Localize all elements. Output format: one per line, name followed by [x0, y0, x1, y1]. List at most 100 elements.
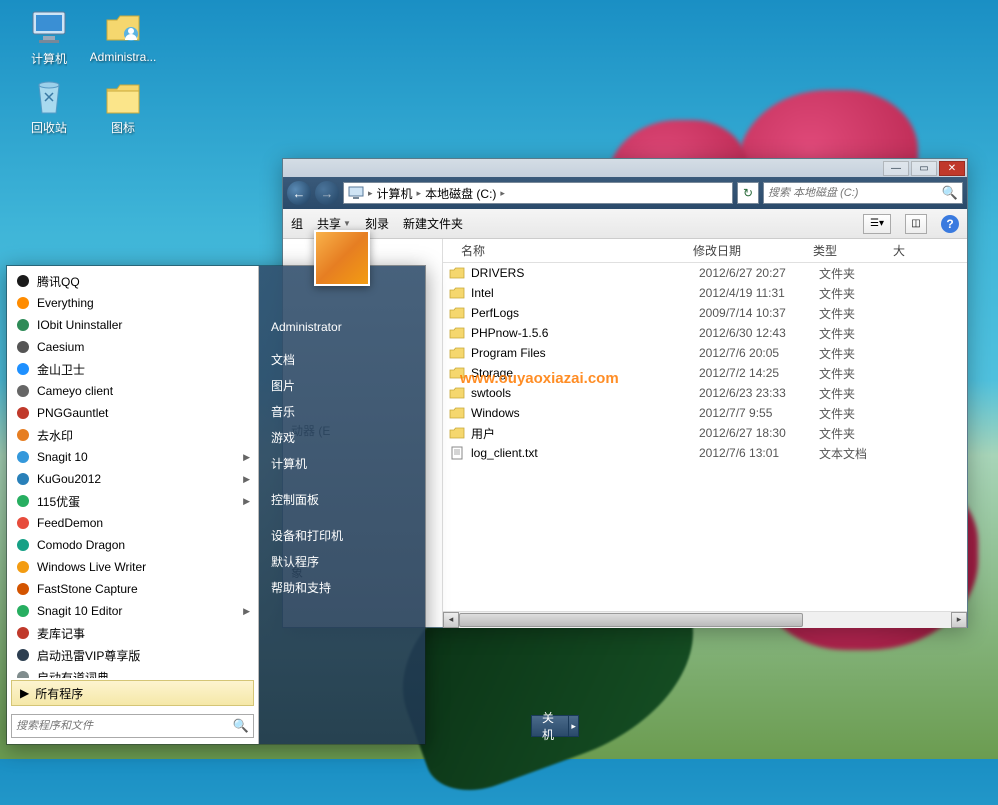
program-label: 麦库记事: [37, 625, 250, 642]
shutdown-options-button[interactable]: ▸: [569, 715, 579, 737]
user-avatar[interactable]: [314, 230, 370, 286]
start-program-item[interactable]: IObit Uninstaller: [7, 314, 258, 336]
folder-icon: [449, 406, 465, 420]
column-name[interactable]: 名称: [443, 242, 693, 259]
view-mode-button[interactable]: ☰▾: [863, 214, 891, 234]
start-program-item[interactable]: Caesium: [7, 336, 258, 358]
explorer-search[interactable]: 🔍: [763, 182, 963, 204]
file-row[interactable]: Storage2012/7/2 14:25文件夹: [443, 363, 967, 383]
search-input[interactable]: [768, 187, 942, 199]
breadcrumb[interactable]: ▸ 计算机 ▸ 本地磁盘 (C:) ▸: [343, 182, 733, 204]
column-size[interactable]: 大: [893, 242, 967, 259]
chevron-right-icon: ▶: [243, 452, 250, 463]
user-folder-icon: [103, 8, 143, 48]
file-name: 用户: [471, 425, 699, 442]
start-program-item[interactable]: FeedDemon: [7, 512, 258, 534]
scroll-track[interactable]: [459, 612, 951, 628]
start-program-item[interactable]: FastStone Capture: [7, 578, 258, 600]
all-programs-button[interactable]: ▶ 所有程序: [11, 680, 254, 706]
file-row[interactable]: log_client.txt2012/7/6 13:01文本文档: [443, 443, 967, 463]
desktop-icon-computer[interactable]: 计算机: [14, 8, 84, 67]
start-program-item[interactable]: Cameyo client: [7, 380, 258, 402]
maximize-button[interactable]: ▭: [911, 161, 937, 176]
minimize-button[interactable]: —: [883, 161, 909, 176]
start-program-item[interactable]: Everything: [7, 292, 258, 314]
file-row[interactable]: PerfLogs2009/7/14 10:37文件夹: [443, 303, 967, 323]
start-right-item[interactable]: 帮助和支持: [259, 574, 425, 600]
program-label: Comodo Dragon: [37, 538, 250, 552]
program-icon: [15, 339, 31, 355]
back-button[interactable]: ←: [287, 181, 311, 205]
start-program-item[interactable]: 麦库记事: [7, 622, 258, 644]
start-program-item[interactable]: Snagit 10▶: [7, 446, 258, 468]
start-program-item[interactable]: 启动有道词典: [7, 666, 258, 678]
shutdown-button[interactable]: 关机: [531, 715, 569, 737]
start-username[interactable]: Administrator: [259, 314, 425, 340]
scroll-left-button[interactable]: ◂: [443, 612, 459, 628]
window-titlebar[interactable]: — ▭ ✕: [283, 159, 967, 177]
file-row[interactable]: swtools2012/6/23 23:33文件夹: [443, 383, 967, 403]
computer-mini-icon: [348, 186, 364, 200]
horizontal-scrollbar[interactable]: ◂ ▸: [443, 611, 967, 627]
start-program-item[interactable]: 115优蛋▶: [7, 490, 258, 512]
start-program-item[interactable]: 启动迅雷VIP尊享版: [7, 644, 258, 666]
toolbar-organize[interactable]: 组: [291, 215, 303, 232]
program-icon: [15, 537, 31, 553]
start-program-item[interactable]: Comodo Dragon: [7, 534, 258, 556]
preview-pane-button[interactable]: ◫: [905, 214, 927, 234]
scroll-thumb[interactable]: [459, 613, 803, 627]
start-program-item[interactable]: 金山卫士: [7, 358, 258, 380]
file-date: 2012/7/6 20:05: [699, 346, 819, 360]
program-icon: [15, 383, 31, 399]
folder-icon: [449, 266, 465, 280]
desktop-icon-recycle[interactable]: 回收站: [14, 77, 84, 136]
file-row[interactable]: DRIVERS2012/6/27 20:27文件夹: [443, 263, 967, 283]
start-right-item[interactable]: 计算机: [259, 450, 425, 476]
start-right-item[interactable]: 音乐: [259, 398, 425, 424]
column-date[interactable]: 修改日期: [693, 242, 813, 259]
file-row[interactable]: Program Files2012/7/6 20:05文件夹: [443, 343, 967, 363]
help-button[interactable]: ?: [941, 215, 959, 233]
file-row[interactable]: Windows2012/7/7 9:55文件夹: [443, 403, 967, 423]
chevron-right-icon: ▶: [243, 606, 250, 617]
start-right-item[interactable]: 图片: [259, 372, 425, 398]
start-footer: 关机 ▸: [511, 708, 523, 744]
breadcrumb-segment[interactable]: 计算机: [377, 185, 413, 202]
start-program-item[interactable]: Windows Live Writer: [7, 556, 258, 578]
start-right-item[interactable]: 设备和打印机: [259, 522, 425, 548]
folder-icon: [449, 306, 465, 320]
start-search-input[interactable]: [16, 720, 233, 732]
column-type[interactable]: 类型: [813, 242, 893, 259]
close-button[interactable]: ✕: [939, 161, 965, 176]
start-right-item[interactable]: 默认程序: [259, 548, 425, 574]
folder-icon: [103, 77, 143, 117]
program-icon: [15, 405, 31, 421]
desktop-icon-admin[interactable]: Administra...: [88, 8, 158, 67]
chevron-right-icon: ▶: [243, 496, 250, 507]
file-type: 文件夹: [819, 325, 899, 342]
refresh-button[interactable]: ↻: [737, 182, 759, 204]
scroll-right-button[interactable]: ▸: [951, 612, 967, 628]
file-row[interactable]: Intel2012/4/19 11:31文件夹: [443, 283, 967, 303]
start-search-box[interactable]: 🔍: [11, 714, 254, 738]
start-program-item[interactable]: PNGGauntlet: [7, 402, 258, 424]
start-right-item[interactable]: 文档: [259, 346, 425, 372]
file-row[interactable]: PHPnow-1.5.62012/6/30 12:43文件夹: [443, 323, 967, 343]
start-program-item[interactable]: KuGou2012▶: [7, 468, 258, 490]
program-label: PNGGauntlet: [37, 406, 250, 420]
start-program-item[interactable]: Snagit 10 Editor▶: [7, 600, 258, 622]
file-row[interactable]: 用户2012/6/27 18:30文件夹: [443, 423, 967, 443]
program-label: Caesium: [37, 340, 250, 354]
program-label: 启动迅雷VIP尊享版: [37, 647, 250, 664]
toolbar-newfolder[interactable]: 新建文件夹: [403, 215, 463, 232]
breadcrumb-segment[interactable]: 本地磁盘 (C:): [425, 185, 496, 202]
start-right-item[interactable]: 控制面板: [259, 486, 425, 512]
start-right-item[interactable]: 游戏: [259, 424, 425, 450]
start-program-item[interactable]: 腾讯QQ: [7, 270, 258, 292]
start-program-item[interactable]: 去水印: [7, 424, 258, 446]
file-name: Intel: [471, 286, 699, 300]
folder-icon: [449, 346, 465, 360]
chevron-right-icon: ▸: [500, 188, 505, 199]
desktop-icon-folder[interactable]: 图标: [88, 77, 158, 136]
forward-button[interactable]: →: [315, 181, 339, 205]
